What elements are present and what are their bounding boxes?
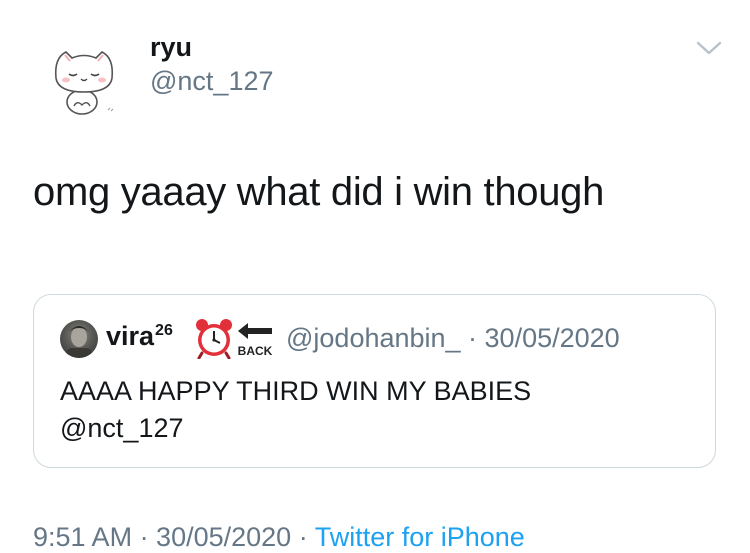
quote-name-superscript: 26 (155, 322, 173, 339)
quote-display-name[interactable]: vira26 (106, 321, 173, 352)
user-handle[interactable]: @nct_127 (150, 66, 274, 97)
quote-name-text: vira (106, 321, 155, 351)
back-emoji-label: BACK (238, 344, 273, 358)
display-name[interactable]: ryu (150, 32, 192, 63)
tweet-footer: 9:51 AM · 30/05/2020 · Twitter for iPhon… (33, 522, 525, 553)
timestamp[interactable]: 9:51 AM · 30/05/2020 · (33, 522, 315, 552)
quote-text-line: AAAA HAPPY THIRD WIN MY BABIES (60, 376, 532, 406)
quote-handle-date[interactable]: @jodohanbin_ · 30/05/2020 (286, 323, 620, 354)
avatar[interactable] (44, 40, 126, 122)
source-link[interactable]: Twitter for iPhone (315, 522, 525, 552)
quote-text: AAAA HAPPY THIRD WIN MY BABIES @nct_127 (60, 373, 700, 447)
quote-avatar[interactable] (60, 320, 98, 358)
chevron-down-icon[interactable] (696, 38, 722, 58)
alarm-clock-icon (194, 317, 234, 360)
tweet-text: omg yaaay what did i win though (33, 170, 605, 214)
quote-mention[interactable]: @nct_127 (60, 410, 700, 447)
cat-avatar-icon (44, 40, 126, 122)
quoted-tweet-card[interactable]: vira26 BACK @jodohanbin_ · 30/05/2020 AA… (33, 294, 716, 468)
back-arrow-icon: BACK (234, 319, 276, 359)
